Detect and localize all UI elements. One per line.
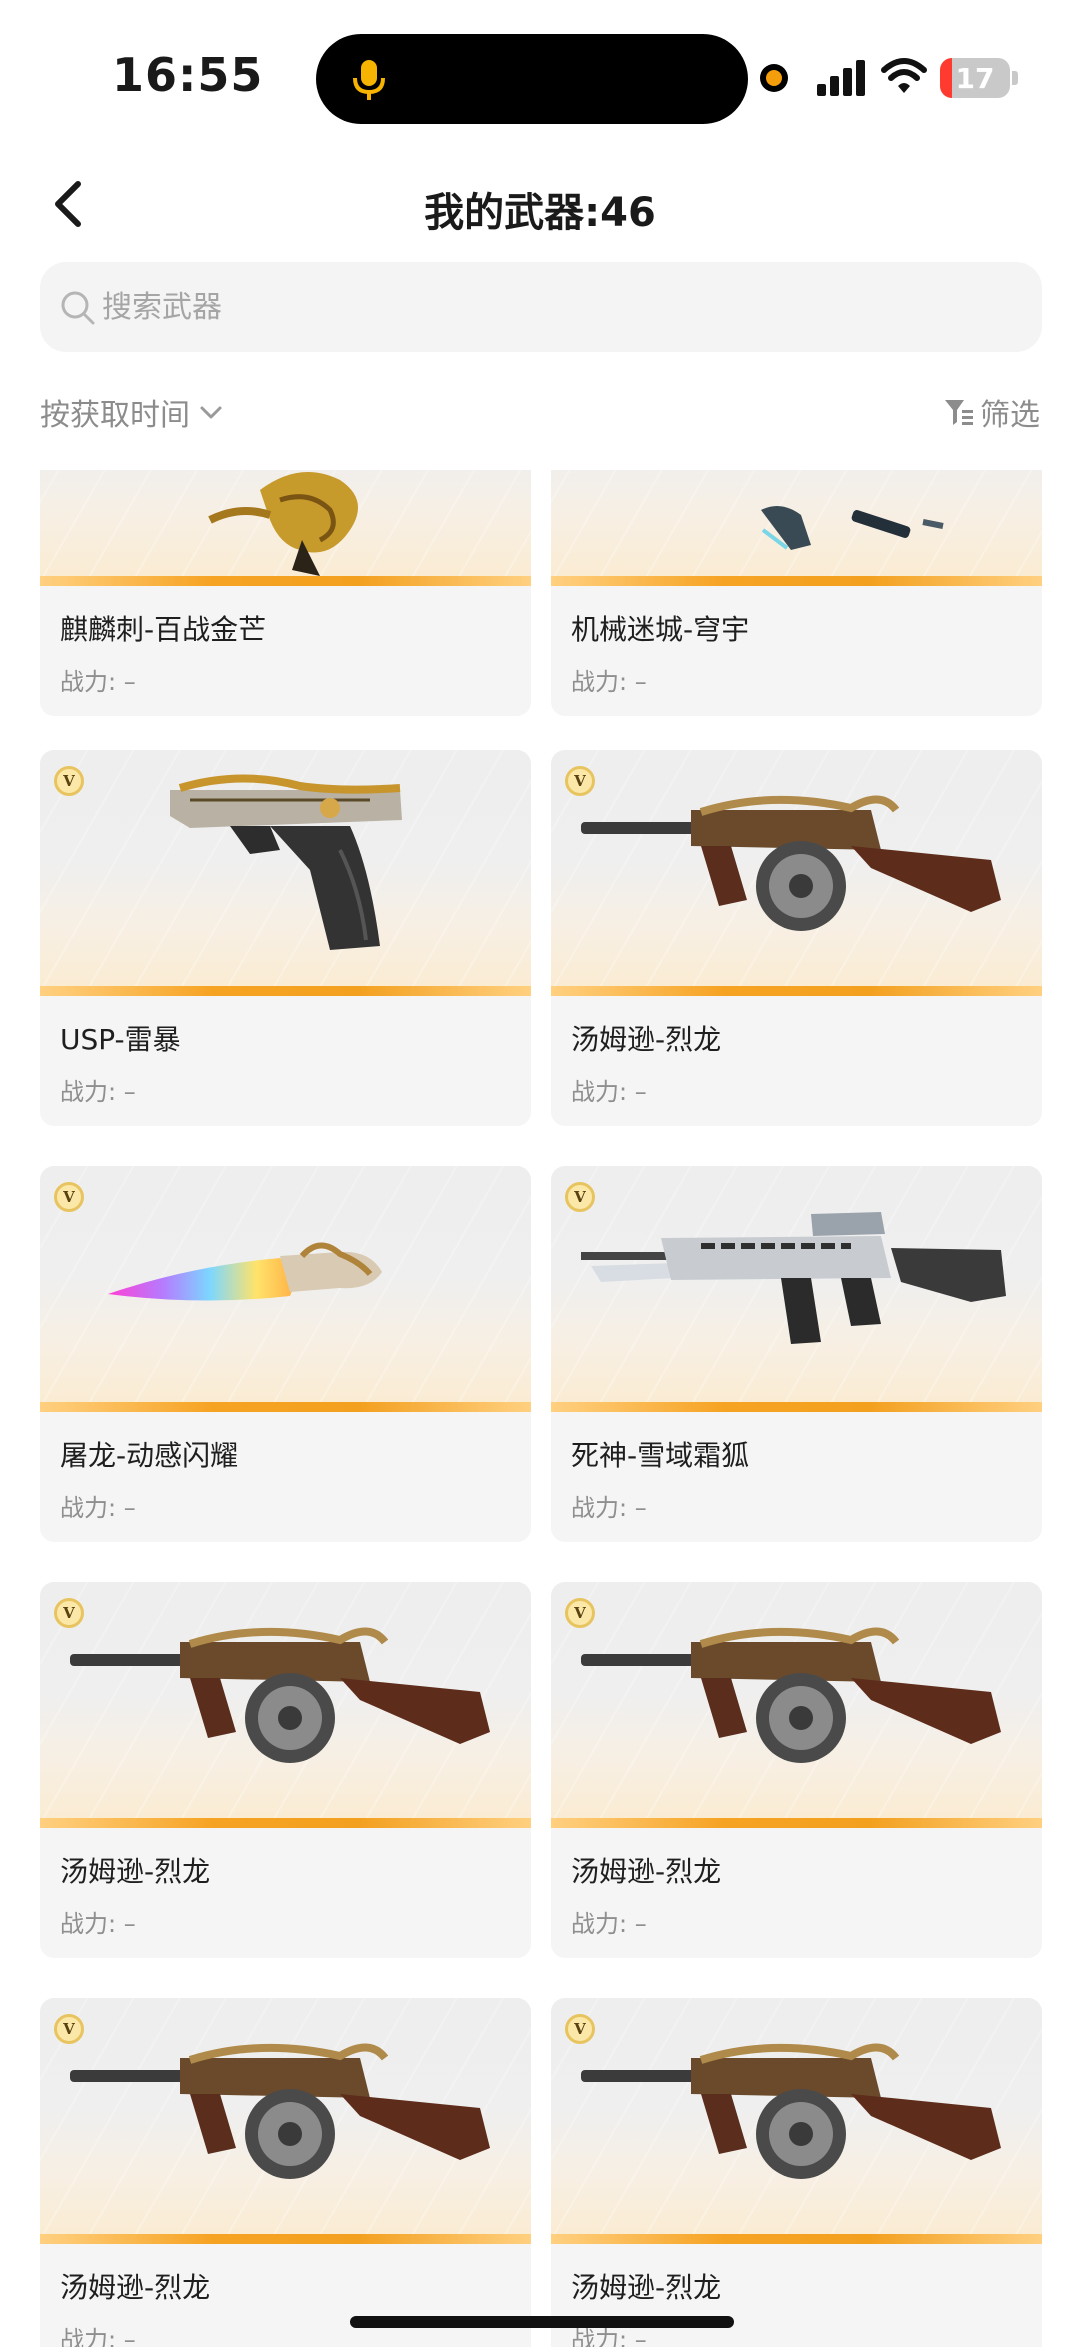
weapon-image (208, 472, 358, 576)
wifi-icon (881, 58, 927, 93)
weapon-name: 汤姆逊-烈龙 (60, 2271, 211, 2304)
battery-percent: 17 (955, 62, 995, 95)
weapon-name: 屠龙-动感闪耀 (60, 1439, 239, 1472)
rarity-bar (551, 986, 1042, 996)
status-bar: 16:55 17 (0, 0, 1080, 150)
battery-icon: 17 (940, 58, 1018, 98)
filter-button[interactable]: 筛选 (942, 390, 1040, 434)
rarity-bar (551, 576, 1042, 586)
microphone-icon (353, 60, 385, 100)
rarity-bar (551, 1818, 1042, 1828)
chevron-down-icon (200, 406, 222, 419)
weapon-image (170, 774, 402, 950)
weapon-image (581, 2043, 1001, 2179)
weapon-name: 汤姆逊-烈龙 (571, 1023, 722, 1056)
nav-header: 我的武器:46 (0, 150, 1080, 260)
recording-indicator-icon (760, 64, 788, 92)
weapon-power: 战力: – (60, 1494, 136, 1522)
weapon-card[interactable]: V 汤姆逊-烈龙 战力: – (551, 1998, 1042, 2347)
weapon-list-page: 16:55 17 我的武器:46 搜索武器 按获取时间 筛选 麒麟刺-百战金芒 … (0, 0, 1080, 2347)
rarity-bar (40, 2234, 531, 2244)
rarity-bar (40, 1818, 531, 1828)
weapon-card[interactable]: V 死神-雪域霜狐 战力: – (551, 1166, 1042, 1542)
weapon-image (581, 795, 1001, 931)
weapon-card[interactable]: 麒麟刺-百战金芒 战力: – (40, 470, 531, 716)
page-title: 我的武器:46 (424, 190, 656, 236)
weapon-power: 战力: – (571, 1494, 647, 1522)
rarity-bar (40, 1402, 531, 1412)
weapon-card[interactable]: V 汤姆逊-烈龙 战力: – (551, 750, 1042, 1126)
weapon-power: 战力: – (60, 1910, 136, 1938)
weapon-name: 麒麟刺-百战金芒 (60, 613, 267, 646)
weapon-image (70, 1627, 490, 1763)
weapon-card[interactable]: V 屠龙-动感闪耀 战力: – (40, 1166, 531, 1542)
weapon-card[interactable]: V 汤姆逊-烈龙 战力: – (551, 1582, 1042, 1958)
weapon-card[interactable]: V 汤姆逊-烈龙 战力: – (40, 1582, 531, 1958)
sort-filter-row: 按获取时间 筛选 (0, 380, 1080, 440)
weapon-card[interactable]: 机械迷城-穹宇 战力: – (551, 470, 1042, 716)
weapon-card[interactable]: V USP-雷暴 战力: – (40, 750, 531, 1126)
weapon-image (581, 1627, 1001, 1763)
weapon-power: 战力: – (571, 1910, 647, 1938)
weapon-image (108, 1242, 382, 1301)
dynamic-island (316, 34, 748, 124)
sort-label: 按获取时间 (40, 398, 190, 433)
filter-label: 筛选 (980, 398, 1040, 433)
weapon-power: 战力: – (571, 1078, 647, 1106)
weapon-power: 战力: – (571, 668, 647, 696)
weapon-image (581, 1212, 1006, 1344)
status-time: 16:55 (112, 48, 264, 102)
search-bar[interactable] (40, 262, 1042, 352)
search-input[interactable] (102, 262, 1002, 352)
weapon-name: USP-雷暴 (60, 1023, 181, 1056)
weapon-grid: 麒麟刺-百战金芒 战力: – 机械迷城-穹宇 战力: – V USP-雷暴 战力… (0, 470, 1080, 2347)
weapon-name: 汤姆逊-烈龙 (571, 1855, 722, 1888)
weapon-image (761, 506, 944, 550)
filter-icon (945, 400, 973, 425)
weapon-power: 战力: – (60, 668, 136, 696)
weapon-image (70, 2043, 490, 2179)
search-icon (61, 291, 95, 325)
weapon-name: 汤姆逊-烈龙 (60, 1855, 211, 1888)
weapon-name: 死神-雪域霜狐 (571, 1439, 750, 1472)
rarity-bar (40, 576, 531, 586)
weapon-name: 机械迷城-穹宇 (571, 613, 750, 646)
rarity-bar (551, 1402, 1042, 1412)
rarity-bar (40, 986, 531, 996)
home-indicator[interactable] (350, 2316, 734, 2328)
battery-cap (1012, 71, 1018, 85)
weapon-card[interactable]: V 汤姆逊-烈龙 战力: – (40, 1998, 531, 2347)
rarity-bar (551, 2234, 1042, 2244)
weapon-power: 战力: – (60, 2326, 136, 2347)
sort-dropdown[interactable]: 按获取时间 (40, 390, 226, 434)
battery-body: 17 (940, 58, 1010, 98)
cellular-signal-icon (817, 60, 865, 96)
weapon-name: 汤姆逊-烈龙 (571, 2271, 722, 2304)
weapon-power: 战力: – (60, 1078, 136, 1106)
